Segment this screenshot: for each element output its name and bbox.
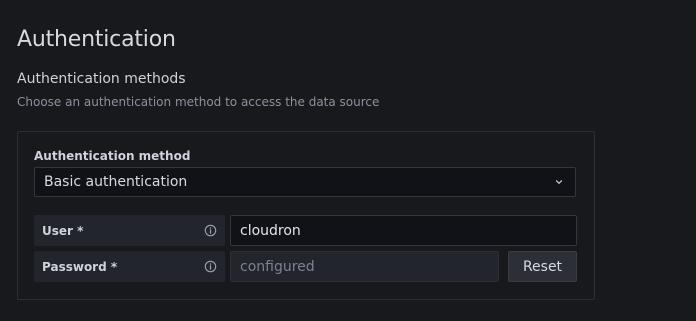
section-title: Authentication methods [17,71,186,87]
user-input[interactable]: cloudron [230,215,577,246]
info-icon[interactable] [204,260,217,273]
user-input-value: cloudron [240,222,301,239]
info-icon[interactable] [204,224,217,237]
user-label: User * [34,215,225,246]
auth-method-select[interactable]: Basic authentication [34,167,576,197]
reset-password-button[interactable]: Reset [508,251,577,282]
section-description: Choose an authentication method to acces… [17,95,380,109]
password-label: Password * [34,251,225,282]
auth-method-label: Authentication method [34,149,191,163]
auth-settings-card: Authentication method Basic authenticati… [17,131,595,300]
password-label-text: Password * [42,259,118,274]
password-input-value: configured [240,258,315,275]
page-title: Authentication [17,27,176,52]
chevron-down-icon [555,180,563,184]
auth-method-selected-value: Basic authentication [44,174,188,190]
user-label-text: User * [42,223,84,238]
authentication-page: Authentication Authentication methods Ch… [0,0,696,321]
password-input[interactable]: configured [230,251,499,282]
